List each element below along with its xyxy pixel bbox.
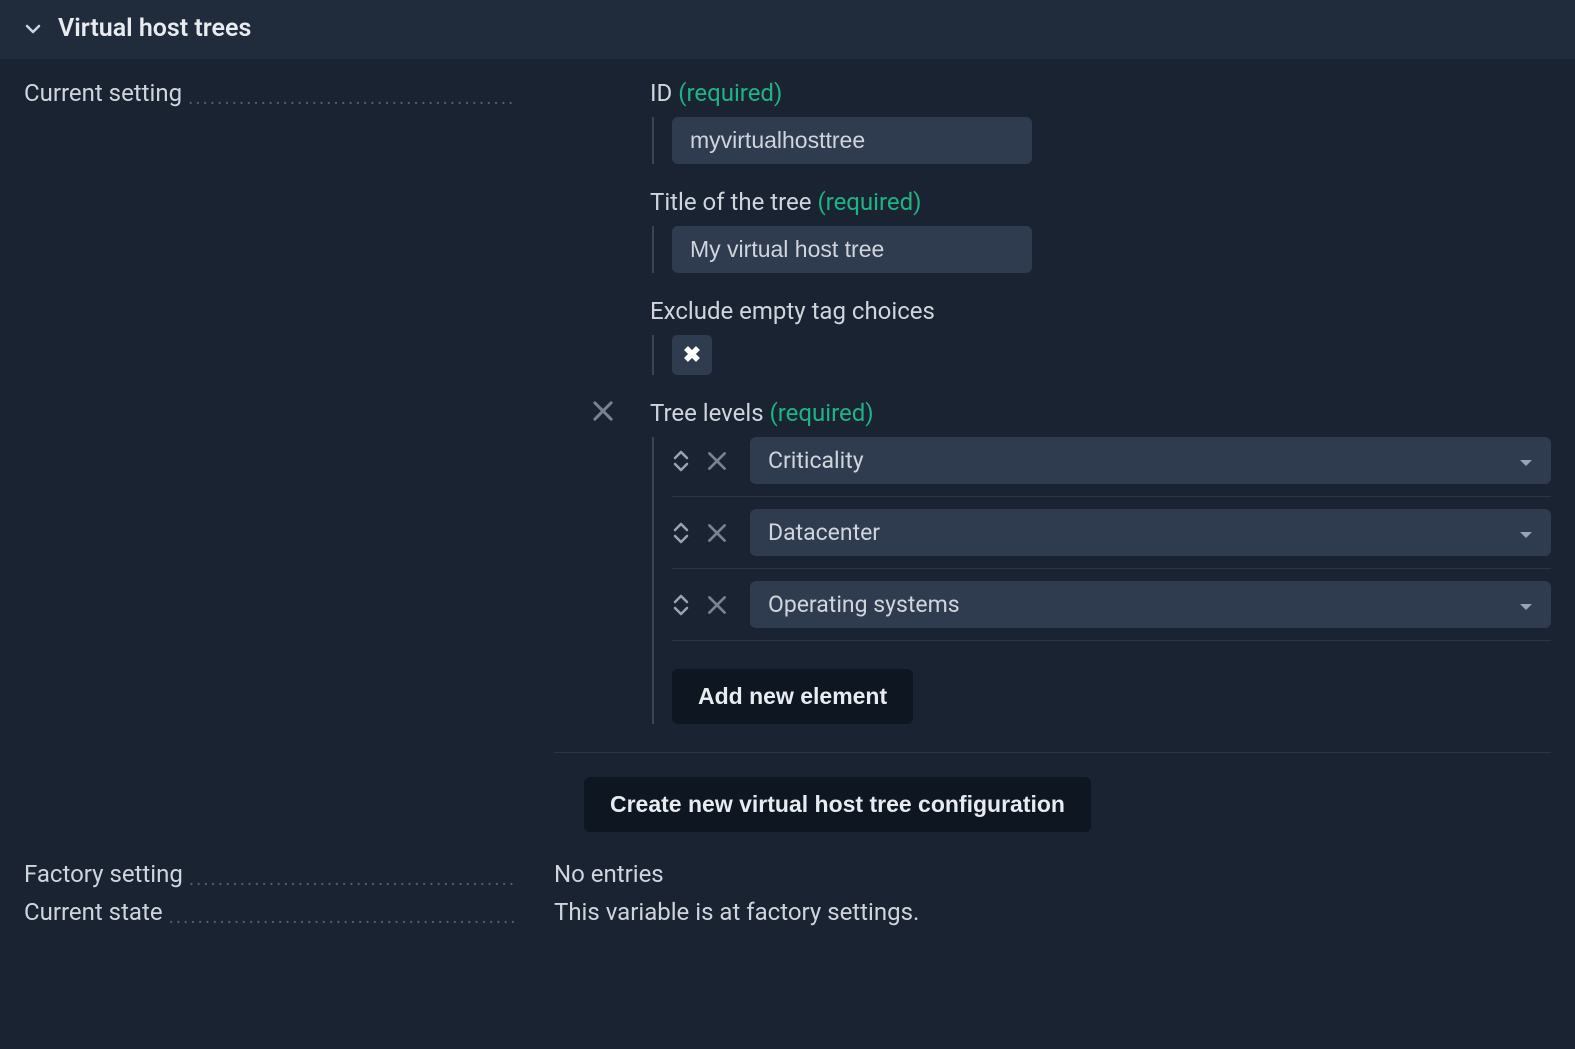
- create-new-config-button[interactable]: Create new virtual host tree configurati…: [584, 777, 1091, 832]
- remove-level-icon[interactable]: [704, 592, 730, 618]
- sort-handle-icon[interactable]: [672, 521, 690, 545]
- remove-level-icon[interactable]: [704, 448, 730, 474]
- separator: [554, 752, 1551, 753]
- exclude-empty-checkbox[interactable]: ✖: [672, 335, 712, 375]
- sort-handle-icon[interactable]: [672, 593, 690, 617]
- exclude-empty-label: Exclude empty tag choices: [650, 297, 1551, 325]
- dropdown-arrow-icon: [1519, 591, 1533, 618]
- chevron-down-icon: [24, 20, 42, 38]
- section-title: Virtual host trees: [58, 14, 251, 43]
- dropdown-arrow-icon: [1519, 447, 1533, 474]
- tree-levels-label: Tree levels (required): [650, 399, 1551, 427]
- tree-level-select[interactable]: Operating systems: [750, 581, 1551, 628]
- delete-entry-icon[interactable]: [589, 397, 617, 431]
- tree-title-label: Title of the tree (required): [650, 188, 1551, 216]
- current-setting-label: Current setting ........................…: [24, 79, 514, 109]
- tree-level-select[interactable]: Datacenter: [750, 509, 1551, 556]
- tree-level-select[interactable]: Criticality: [750, 437, 1551, 484]
- factory-setting-label: Factory setting ........................…: [24, 860, 514, 890]
- tree-title-input[interactable]: [672, 226, 1032, 273]
- tree-level-row: Criticality: [672, 437, 1551, 497]
- add-new-element-button[interactable]: Add new element: [672, 669, 913, 724]
- current-state-value: This variable is at factory settings.: [514, 898, 919, 926]
- sort-handle-icon[interactable]: [672, 449, 690, 473]
- factory-setting-value: No entries: [514, 860, 664, 888]
- dropdown-arrow-icon: [1519, 519, 1533, 546]
- tree-level-row: Operating systems: [672, 569, 1551, 641]
- id-input[interactable]: [672, 117, 1032, 164]
- current-state-label: Current state ..........................…: [24, 898, 514, 928]
- remove-level-icon[interactable]: [704, 520, 730, 546]
- id-label: ID (required): [650, 79, 1551, 107]
- close-icon: ✖: [683, 342, 701, 368]
- section-header[interactable]: Virtual host trees: [0, 0, 1575, 59]
- tree-level-row: Datacenter: [672, 497, 1551, 569]
